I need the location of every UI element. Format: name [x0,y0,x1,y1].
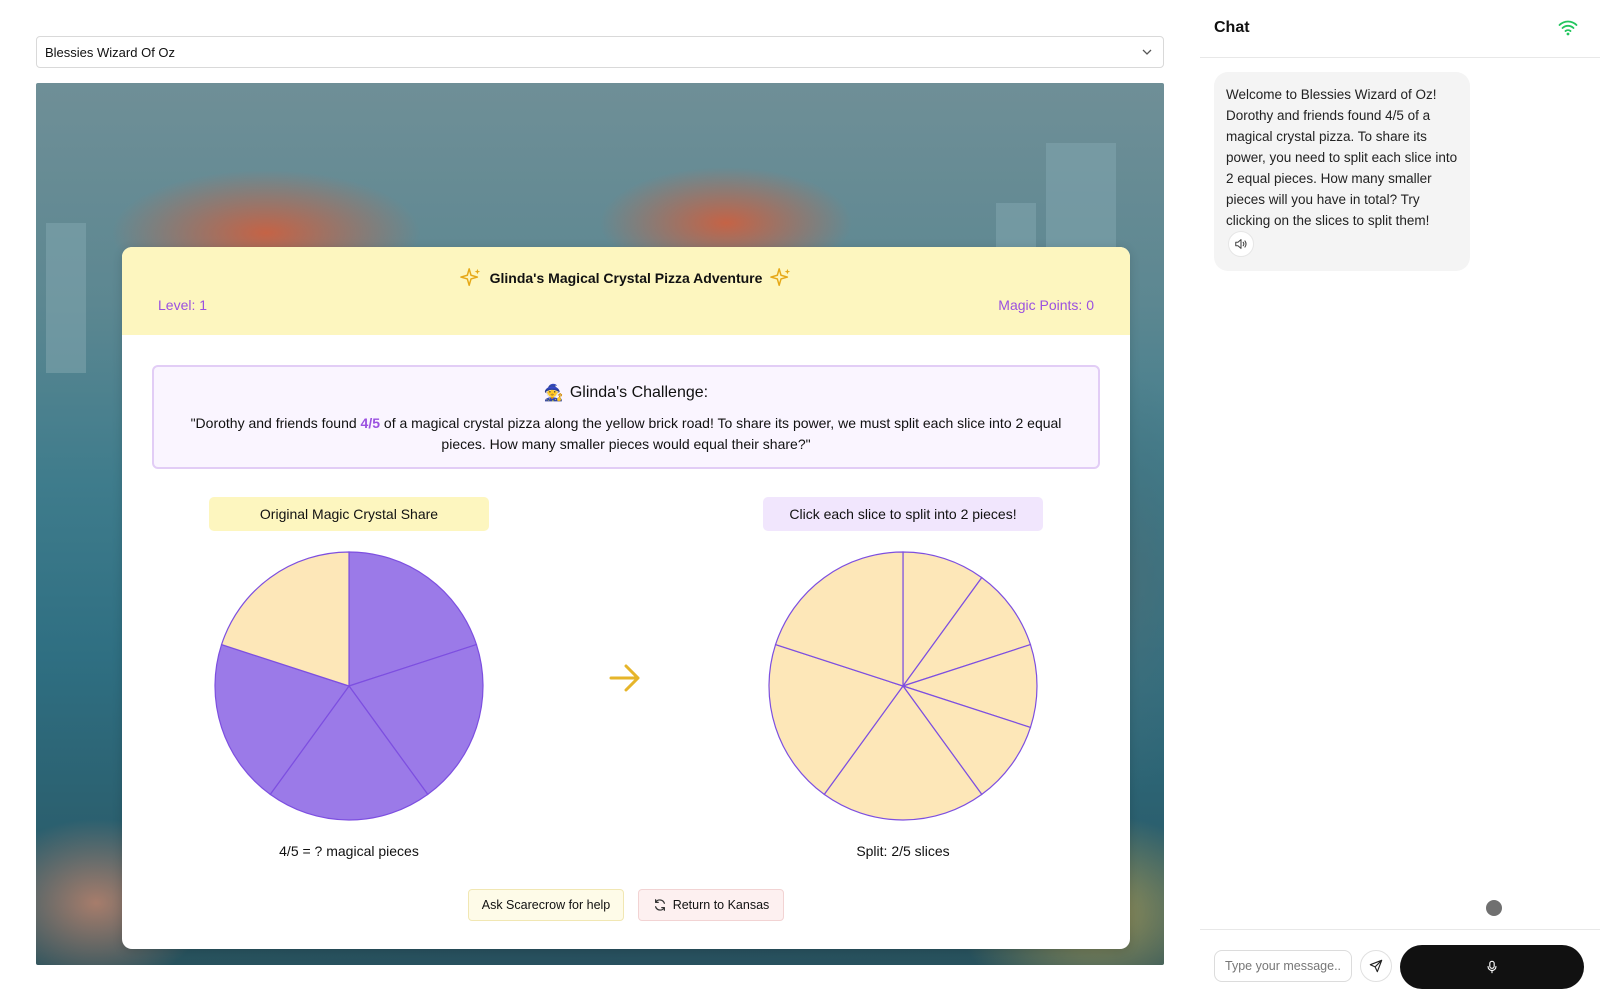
return-to-kansas-button[interactable]: Return to Kansas [638,889,784,921]
game-selector[interactable]: Blessies Wizard Of Oz [36,36,1164,68]
background-building [46,223,86,373]
witch-icon: 🧙 [543,385,564,402]
original-caption: 4/5 = ? magical pieces [279,843,419,859]
magic-points: Magic Points: 0 [998,297,1094,313]
speaker-icon [1235,239,1247,249]
sparkle-icon [770,268,791,287]
assistant-message: Welcome to Blessies Wizard of Oz! Doroth… [1214,72,1470,271]
challenge-box: 🧙 Glinda's Challenge: "Dorothy and frien… [152,365,1100,469]
game-area: Blessies Wizard Of Oz Glinda's Magical C… [0,0,1200,1000]
return-to-kansas-label: Return to Kansas [672,898,770,912]
chat-title: Chat [1214,19,1250,36]
split-pizza-pie[interactable] [766,549,1040,823]
chat-header: Chat [1200,0,1600,58]
game-title-text: Glinda's Magical Crystal Pizza Adventure [489,270,763,286]
play-audio-button[interactable] [1228,231,1254,257]
chat-panel: Chat Welcome to Blessies Wizard of Oz! D… [1200,0,1600,1000]
original-share-label: Original Magic Crystal Share [209,497,489,531]
challenge-text: "Dorothy and friends found 4/5 of a magi… [190,413,1062,455]
challenge-title: 🧙 Glinda's Challenge: [154,383,1098,403]
wifi-icon [1558,20,1578,36]
game-card: Glinda's Magical Crystal Pizza Adventure… [122,247,1130,949]
arrow-right-icon [609,664,640,692]
game-title: Glinda's Magical Crystal Pizza Adventure [122,267,1130,289]
ask-scarecrow-label: Ask Scarecrow for help [481,898,611,912]
game-background: Glinda's Magical Crystal Pizza Adventure… [36,83,1164,965]
microphone-icon [1487,960,1497,974]
refresh-icon [654,899,665,911]
assistant-message-text: Welcome to Blessies Wizard of Oz! Doroth… [1226,87,1458,228]
split-caption: Split: 2/5 slices [856,843,950,859]
challenge-text-end: of a magical crystal pizza along the yel… [380,415,1062,452]
send-button[interactable] [1360,950,1392,982]
sparkle-icon [459,268,480,287]
chevron-down-icon [1142,49,1152,55]
ask-scarecrow-button[interactable]: Ask Scarecrow for help [468,889,624,921]
challenge-text-start: "Dorothy and friends found [190,415,361,431]
voice-input-button[interactable] [1400,945,1584,989]
chat-input-bar [1200,929,1600,1000]
challenge-fraction: 4/5 [360,415,381,431]
challenge-title-text: Glinda's Challenge: [569,384,709,401]
split-instruction-label: Click each slice to split into 2 pieces! [763,497,1043,531]
level-indicator: Level: 1 [158,297,208,313]
game-selector-value: Blessies Wizard Of Oz [45,44,176,60]
status-dot [1486,900,1502,916]
original-pizza-pie [214,551,484,821]
message-input[interactable] [1214,950,1352,982]
send-icon [1369,959,1383,973]
game-header: Glinda's Magical Crystal Pizza Adventure… [122,247,1130,335]
